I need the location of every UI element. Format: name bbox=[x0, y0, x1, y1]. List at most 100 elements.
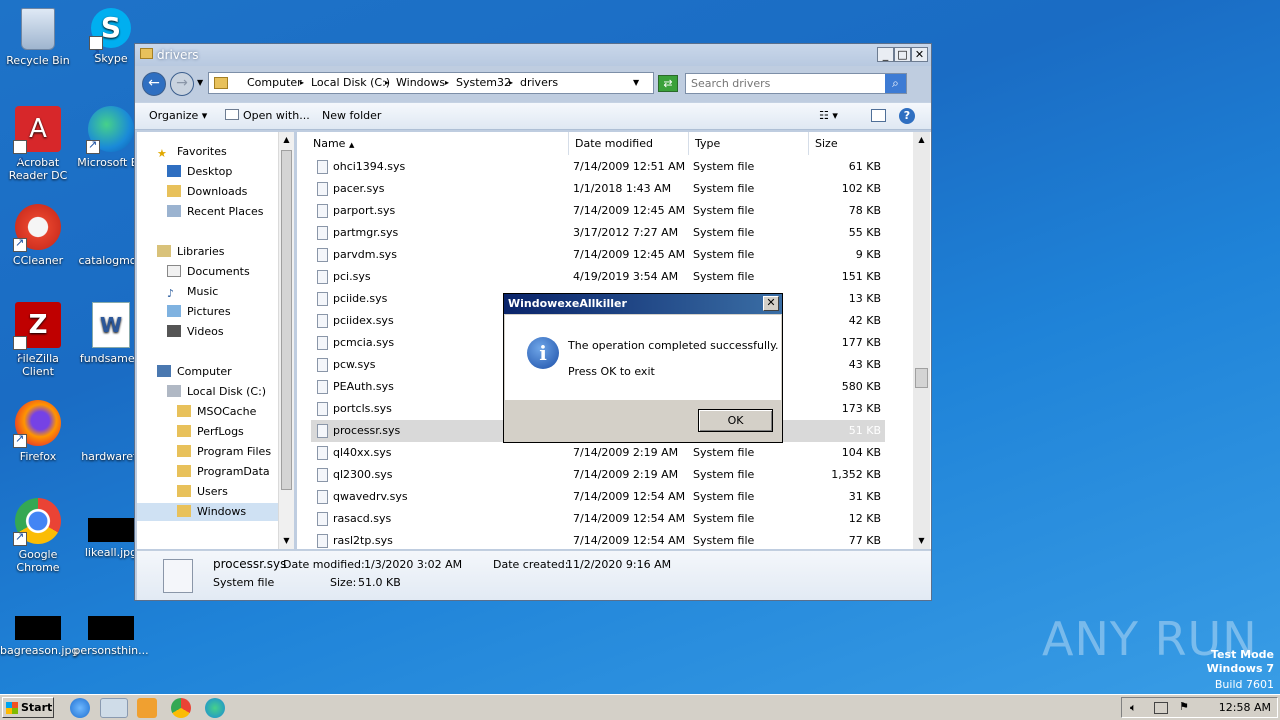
breadcrumb-system32[interactable]: System32 bbox=[456, 76, 511, 89]
nav-pictures[interactable]: Pictures bbox=[167, 303, 231, 321]
address-dropdown-icon[interactable]: ▼ bbox=[633, 78, 639, 87]
system-file-icon bbox=[317, 248, 328, 262]
navigation-scrollbar[interactable]: ▲ ▼ bbox=[278, 132, 294, 549]
folder-icon bbox=[177, 485, 191, 497]
maximize-button[interactable]: □ bbox=[894, 47, 911, 62]
search-icon[interactable]: ⌕ bbox=[885, 74, 906, 93]
cell-size: 580 KB bbox=[841, 380, 881, 393]
chrome-taskbar-icon[interactable] bbox=[171, 698, 191, 718]
nav-videos[interactable]: Videos bbox=[167, 323, 224, 341]
nav-computer[interactable]: Computer bbox=[157, 363, 232, 381]
table-row[interactable]: qwavedrv.sys 7/14/2009 12:54 AM System fil… bbox=[311, 486, 885, 508]
view-options-icon[interactable]: ☷ ▾ bbox=[819, 109, 838, 122]
network-icon[interactable] bbox=[1154, 702, 1168, 714]
volume-icon[interactable]: 🔈︎ bbox=[1130, 701, 1137, 715]
preview-pane-icon[interactable] bbox=[871, 109, 886, 122]
breadcrumb-computer[interactable]: Computer bbox=[247, 76, 302, 89]
nav-documents[interactable]: Documents bbox=[167, 263, 250, 281]
desktop-icon-recycle-bin[interactable]: Recycle Bin bbox=[0, 8, 76, 67]
action-center-flag-icon[interactable]: ⚑ bbox=[1179, 700, 1189, 713]
desktop-icon-filezilla[interactable]: Z FileZilla Client bbox=[0, 302, 76, 380]
scroll-up-icon[interactable]: ▲ bbox=[279, 132, 294, 148]
breadcrumb-drivers[interactable]: drivers bbox=[520, 76, 558, 89]
new-folder-button[interactable]: New folder bbox=[322, 109, 381, 122]
nav-recent-places[interactable]: Recent Places bbox=[167, 203, 264, 221]
column-header-date-modified[interactable]: Date modified bbox=[569, 132, 689, 155]
table-row[interactable]: pacer.sys 1/1/2018 1:43 AM System file 102 … bbox=[311, 178, 885, 200]
recent-locations-dropdown[interactable]: ▼ bbox=[197, 78, 203, 87]
acrobat-icon: A bbox=[13, 106, 61, 184]
folder-icon bbox=[177, 445, 191, 457]
image-thumb-icon bbox=[88, 616, 134, 640]
test-mode-line1: Test Mode bbox=[1211, 648, 1274, 661]
ie-taskbar-icon[interactable] bbox=[70, 698, 90, 718]
column-header-size[interactable]: Size bbox=[809, 132, 915, 155]
back-button[interactable]: ← bbox=[142, 72, 166, 96]
address-bar[interactable]: Computer Local Disk (C:) Windows System3… bbox=[208, 72, 654, 94]
table-row[interactable]: parport.sys 7/14/2009 12:45 AM System file… bbox=[311, 200, 885, 222]
nav-folder-program-files[interactable]: Program Files bbox=[177, 443, 271, 461]
desktop-icon-acrobat[interactable]: A Acrobat Reader DC bbox=[0, 106, 76, 184]
table-row[interactable]: rasacd.sys 7/14/2009 12:54 AM System file 1… bbox=[311, 508, 885, 530]
help-icon[interactable]: ? bbox=[899, 108, 915, 124]
scroll-thumb[interactable] bbox=[915, 368, 928, 388]
cell-size: 31 KB bbox=[848, 490, 881, 503]
computer-icon bbox=[157, 365, 171, 377]
edge-taskbar-icon[interactable] bbox=[205, 698, 225, 718]
nav-downloads[interactable]: Downloads bbox=[167, 183, 247, 201]
desktop-icon-bagreason[interactable]: bagreason.jpg bbox=[0, 596, 78, 657]
nav-folder-programdata[interactable]: ProgramData bbox=[177, 463, 270, 481]
table-row[interactable]: ql40xx.sys 7/14/2009 2:19 AM System file 10… bbox=[311, 442, 885, 464]
nav-folder-windows[interactable]: Windows bbox=[137, 503, 280, 521]
desktop-icon-firefox[interactable]: Firefox bbox=[0, 400, 76, 463]
organize-button[interactable]: Organize ▾ bbox=[149, 109, 207, 122]
refresh-button[interactable]: ⇄ bbox=[658, 75, 678, 92]
column-header-type[interactable]: Type bbox=[689, 132, 809, 155]
dialog-titlebar[interactable]: WindowexeAllkiller ✕ bbox=[504, 294, 782, 314]
nav-libraries[interactable]: Libraries bbox=[157, 243, 225, 261]
recent-places-icon bbox=[167, 205, 181, 217]
nav-favorites[interactable]: ★ Favorites bbox=[157, 143, 227, 161]
explorer-taskbar-icon[interactable] bbox=[100, 698, 128, 718]
search-input[interactable] bbox=[691, 74, 881, 92]
scroll-down-icon[interactable]: ▼ bbox=[279, 533, 294, 549]
dialog-close-button[interactable]: ✕ bbox=[763, 296, 779, 311]
start-button[interactable]: Start bbox=[2, 697, 54, 718]
scroll-thumb[interactable] bbox=[281, 150, 292, 490]
cell-name: pacer.sys bbox=[333, 182, 385, 195]
nav-folder-msocache[interactable]: MSOCache bbox=[177, 403, 256, 421]
nav-music[interactable]: ♪ Music bbox=[167, 283, 218, 301]
breadcrumb-local-disk[interactable]: Local Disk (C:) bbox=[311, 76, 390, 89]
cell-type: System file bbox=[693, 468, 755, 481]
table-row[interactable]: rasl2tp.sys 7/14/2009 12:54 AM System file… bbox=[311, 530, 885, 549]
scroll-up-icon[interactable]: ▲ bbox=[913, 132, 930, 148]
table-row[interactable]: pci.sys 4/19/2019 3:54 AM System file 151 K… bbox=[311, 266, 885, 288]
file-list-scrollbar[interactable]: ▲ ▼ bbox=[913, 132, 930, 549]
nav-desktop[interactable]: Desktop bbox=[167, 163, 232, 181]
nav-local-disk[interactable]: Local Disk (C:) bbox=[167, 383, 266, 401]
breadcrumb-separator-icon: ▸ bbox=[385, 78, 390, 87]
cell-type: System file bbox=[693, 446, 755, 459]
explorer-titlebar[interactable]: drivers _ □ ✕ bbox=[135, 44, 931, 66]
cell-size: 43 KB bbox=[848, 358, 881, 371]
taskbar-clock[interactable]: 12:58 AM bbox=[1219, 701, 1271, 714]
desktop-icon-ccleaner[interactable]: CCleaner bbox=[0, 204, 76, 267]
nav-folder-users[interactable]: Users bbox=[177, 483, 228, 501]
search-box[interactable]: ⌕ bbox=[685, 73, 907, 94]
media-player-taskbar-icon[interactable] bbox=[137, 698, 157, 718]
breadcrumb-windows[interactable]: Windows bbox=[396, 76, 445, 89]
table-row[interactable]: ohci1394.sys 7/14/2009 12:51 AM System fil… bbox=[311, 156, 885, 178]
table-row[interactable]: parvdm.sys 7/14/2009 12:45 AM System file 9… bbox=[311, 244, 885, 266]
forward-button[interactable]: → bbox=[170, 72, 194, 96]
ok-button[interactable]: OK bbox=[698, 409, 773, 432]
column-header-name[interactable]: Name ▲ bbox=[307, 132, 569, 155]
table-row[interactable]: ql2300.sys 7/14/2009 2:19 AM System file 1,… bbox=[311, 464, 885, 486]
close-button[interactable]: ✕ bbox=[911, 47, 928, 62]
desktop-icon-personsthin[interactable]: personsthin... bbox=[73, 596, 149, 657]
open-with-button[interactable]: Open with... bbox=[225, 109, 310, 122]
scroll-down-icon[interactable]: ▼ bbox=[913, 533, 930, 549]
desktop-icon-chrome[interactable]: Google Chrome bbox=[0, 498, 76, 574]
nav-folder-perflogs[interactable]: PerfLogs bbox=[177, 423, 244, 441]
minimize-button[interactable]: _ bbox=[877, 47, 894, 62]
table-row[interactable]: partmgr.sys 3/17/2012 7:27 AM System file 5… bbox=[311, 222, 885, 244]
